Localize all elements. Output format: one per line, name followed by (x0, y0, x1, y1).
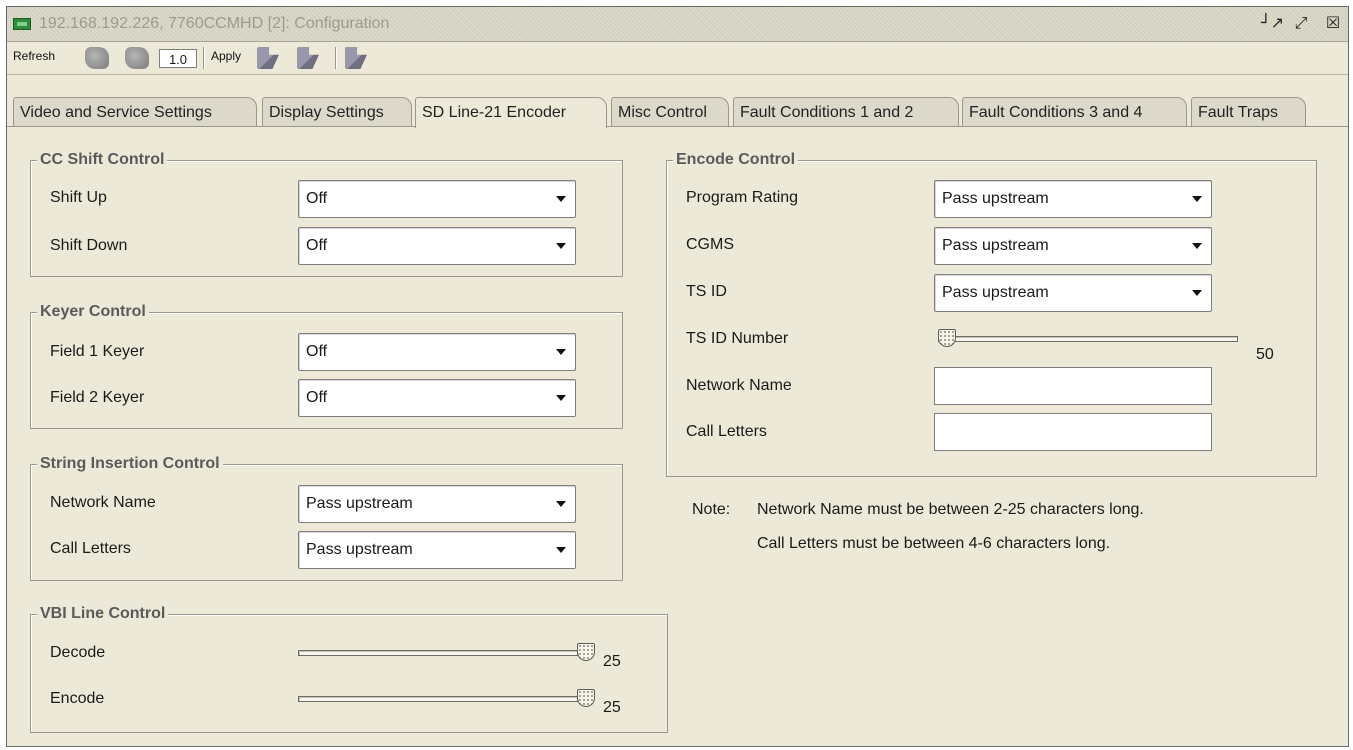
chevron-down-icon (556, 501, 566, 507)
selected-value: Pass upstream (306, 495, 413, 512)
selected-value: Off (306, 343, 328, 360)
shift-down-select[interactable]: Off (298, 227, 576, 265)
group-title: VBI Line Control (37, 605, 169, 623)
apply-all-icon[interactable] (297, 47, 319, 69)
toolbar-separator (203, 47, 204, 69)
group-title: CC Shift Control (37, 151, 168, 169)
tab-fault-conditions-3-and-4[interactable]: Fault Conditions 3 and 4 (962, 97, 1187, 127)
encode-control-group: Encode Control Program Rating Pass upstr… (666, 151, 1317, 477)
ts-id-number-value: 50 (1256, 346, 1274, 363)
call-letters-label: Call Letters (686, 423, 767, 440)
call-letters-select[interactable]: Pass upstream (298, 531, 576, 569)
decode-slider-track[interactable] (298, 650, 578, 656)
configuration-window: 192.168.192.226, 7760CCMHD [2]: Configur… (6, 6, 1349, 747)
encode-value: 25 (603, 699, 621, 716)
tab-display-settings[interactable]: Display Settings (262, 97, 412, 127)
shift-down-label: Shift Down (50, 237, 128, 254)
tab-bar: Video and Service Settings Display Setti… (7, 97, 1348, 128)
shift-up-label: Shift Up (50, 189, 107, 206)
string-insertion-control-group: String Insertion Control Network Name Pa… (30, 455, 623, 581)
group-title: Keyer Control (37, 303, 149, 321)
device-icon (13, 18, 31, 30)
network-name-label: Network Name (686, 377, 792, 394)
selected-value: Off (306, 237, 328, 254)
maximize-icon[interactable]: ⤢ (1291, 13, 1311, 33)
apply-icon[interactable] (257, 47, 279, 69)
field-1-keyer-label: Field 1 Keyer (50, 343, 145, 360)
cgms-label: CGMS (686, 236, 734, 253)
program-rating-select[interactable]: Pass upstream (934, 180, 1212, 218)
apply-button[interactable]: Apply (211, 49, 241, 63)
keyer-control-group: Keyer Control Field 1 Keyer Off Field 2 … (30, 303, 623, 429)
tab-misc-control[interactable]: Misc Control (611, 97, 729, 127)
encode-slider-thumb[interactable] (577, 689, 595, 707)
tab-video-and-service-settings[interactable]: Video and Service Settings (13, 97, 257, 127)
call-letters-input[interactable] (934, 413, 1212, 451)
chevron-down-icon (556, 547, 566, 553)
cgms-select[interactable]: Pass upstream (934, 227, 1212, 265)
ts-id-number-slider-track[interactable] (938, 336, 1238, 342)
program-rating-label: Program Rating (686, 189, 799, 206)
decode-label: Decode (50, 644, 106, 661)
network-name-label: Network Name (50, 494, 156, 511)
refresh-button[interactable]: Refresh (13, 49, 55, 63)
refresh-all-icon[interactable] (125, 47, 149, 69)
chevron-down-icon (556, 243, 566, 249)
tab-fault-traps[interactable]: Fault Traps (1191, 97, 1306, 127)
network-name-select[interactable]: Pass upstream (298, 485, 576, 523)
chevron-down-icon (556, 196, 566, 202)
apply-defaults-icon[interactable] (345, 47, 367, 69)
window-title: 192.168.192.226, 7760CCMHD [2]: Configur… (39, 15, 390, 32)
field-2-keyer-label: Field 2 Keyer (50, 389, 145, 406)
toolbar: Refresh 1.0 Apply (7, 42, 1348, 75)
encode-slider-track[interactable] (298, 696, 578, 702)
field-1-keyer-select[interactable]: Off (298, 333, 576, 371)
encode-label: Encode (50, 690, 105, 707)
selected-value: Pass upstream (942, 190, 1049, 207)
group-title: String Insertion Control (37, 455, 223, 473)
chevron-down-icon (556, 349, 566, 355)
field-2-keyer-select[interactable]: Off (298, 379, 576, 417)
chevron-down-icon (1192, 196, 1202, 202)
network-name-input[interactable] (934, 367, 1212, 405)
vbi-line-control-group: VBI Line Control Decode 25 Encode 25 (30, 605, 668, 733)
close-icon[interactable]: ☒ (1323, 13, 1343, 33)
undock-icon[interactable]: ┘↗ (1261, 13, 1284, 33)
ts-id-label: TS ID (686, 283, 727, 300)
cc-shift-control-group: CC Shift Control Shift Up Off Shift Down… (30, 151, 623, 277)
call-letters-label: Call Letters (50, 540, 131, 557)
chevron-down-icon (1192, 243, 1202, 249)
decode-value: 25 (603, 653, 621, 670)
selected-value: Off (306, 389, 328, 406)
ts-id-number-slider-thumb[interactable] (938, 329, 956, 347)
tab-fault-conditions-1-and-2[interactable]: Fault Conditions 1 and 2 (733, 97, 959, 127)
note-prefix: Note: (692, 501, 731, 518)
note-network-name: Network Name must be between 2-25 charac… (757, 501, 1144, 518)
selected-value: Pass upstream (306, 541, 413, 558)
ts-id-select[interactable]: Pass upstream (934, 274, 1212, 312)
selected-value: Pass upstream (942, 237, 1049, 254)
title-bar[interactable]: 192.168.192.226, 7760CCMHD [2]: Configur… (7, 7, 1348, 42)
selected-value: Pass upstream (942, 284, 1049, 301)
ts-id-number-label: TS ID Number (686, 330, 789, 347)
selected-value: Off (306, 190, 328, 207)
tab-sd-line-21-encoder[interactable]: SD Line-21 Encoder (415, 97, 607, 128)
version-field: 1.0 (159, 49, 197, 68)
chevron-down-icon (556, 395, 566, 401)
chevron-down-icon (1192, 290, 1202, 296)
toolbar-separator (335, 47, 336, 69)
tab-divider (7, 126, 1348, 127)
decode-slider-thumb[interactable] (577, 643, 595, 661)
group-title: Encode Control (673, 151, 799, 169)
shift-up-select[interactable]: Off (298, 180, 576, 218)
refresh-icon[interactable] (85, 47, 109, 69)
note-call-letters: Call Letters must be between 4-6 charact… (757, 535, 1111, 552)
